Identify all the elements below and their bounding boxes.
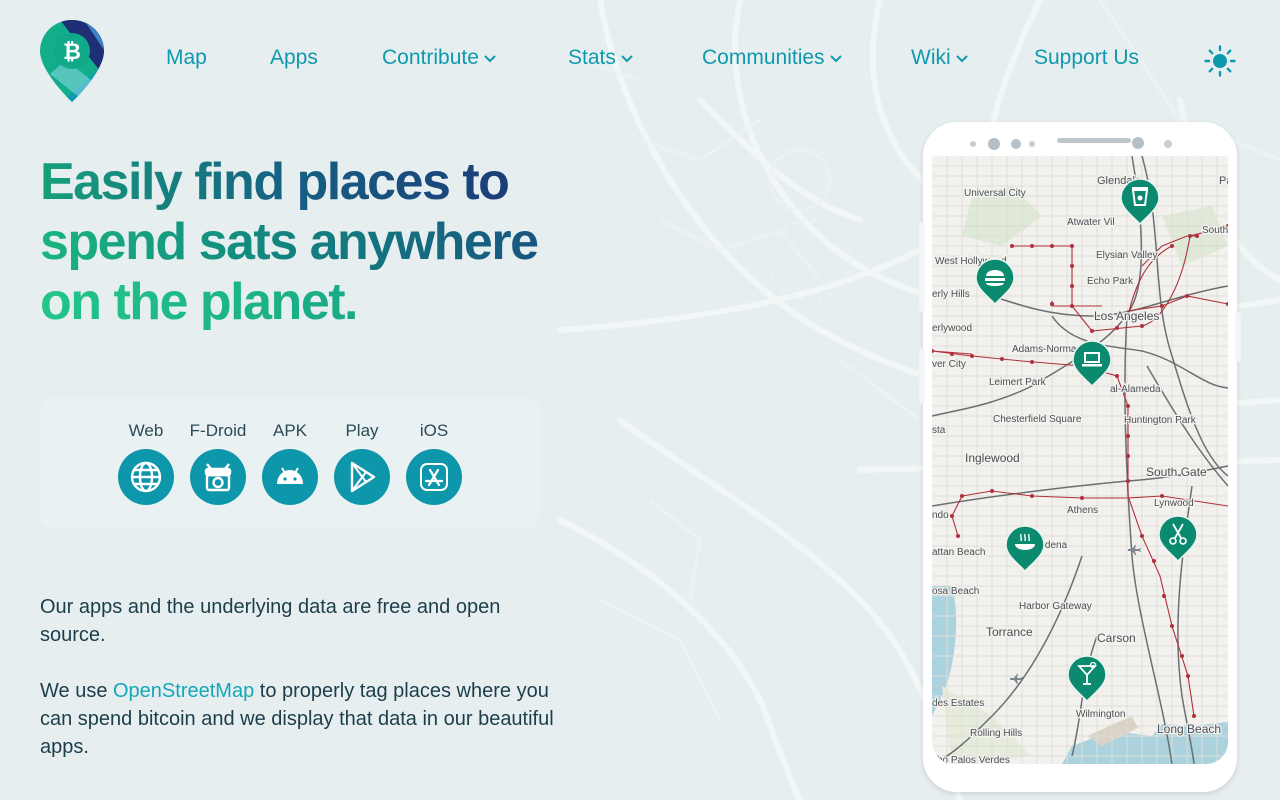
chevron-down-icon	[829, 55, 842, 63]
nav-stats-menu[interactable]: Stats	[568, 46, 634, 70]
nav-apps-link[interactable]: Apps	[270, 46, 318, 70]
place-inglewood: Inglewood	[965, 451, 1020, 465]
osm-text-before: We use	[40, 680, 113, 702]
nav-communities-label: Communities	[702, 46, 825, 69]
place-harbor-gateway: Harbor Gateway	[1019, 601, 1092, 612]
place-los-angeles: Los Angeles	[1094, 309, 1159, 323]
place-central-alameda: al-Alameda	[1110, 384, 1161, 395]
openstreetmap-link[interactable]: OpenStreetMap	[113, 680, 254, 702]
main-nav: Map Apps Contribute Stats Communities Wi…	[0, 0, 1280, 120]
app-web-button[interactable]: Web	[110, 421, 182, 505]
place-rancho-palos-verdes: cho Palos Verdes	[932, 755, 1010, 764]
place-pasadena: Pa	[1219, 175, 1228, 187]
place-long-beach: Long Beach	[1157, 722, 1221, 736]
app-fdroid-label: F-Droid	[189, 421, 247, 440]
place-echo-park: Echo Park	[1087, 276, 1134, 287]
nav-map-link[interactable]: Map	[166, 46, 207, 70]
nav-contribute-menu[interactable]: Contribute	[382, 46, 497, 70]
intro-paragraph: Our apps and the underlying data are fre…	[40, 596, 501, 646]
phone-side-button	[919, 222, 925, 312]
app-web-label: Web	[128, 421, 164, 440]
place-leimert-park: Leimert Park	[989, 377, 1047, 388]
place-chesterfield-square: Chesterfield Square	[993, 414, 1082, 425]
fdroid-icon	[190, 449, 246, 505]
phone-top-bar	[970, 137, 1172, 150]
chevron-down-icon	[621, 55, 633, 63]
place-south-gate: South Gate	[1146, 465, 1207, 479]
place-south: South	[1202, 225, 1228, 236]
place-beverlywood: erlywood	[932, 323, 972, 334]
phone-side-button	[919, 348, 925, 404]
nav-stats-label: Stats	[568, 46, 616, 69]
chevron-down-icon	[484, 55, 496, 63]
sun-icon[interactable]	[1204, 45, 1236, 77]
place-beverly-hills: erly Hills	[932, 289, 970, 300]
phone-map-screen[interactable]: Glendale Universal City Atwater Vil Elys…	[932, 156, 1228, 764]
app-store-icon	[406, 449, 462, 505]
nav-wiki-menu[interactable]: Wiki	[911, 46, 969, 70]
place-huntington-park: Huntington Park	[1124, 415, 1197, 426]
place-el-segundo: ndo	[932, 510, 949, 521]
chevron-down-icon	[955, 55, 968, 63]
place-lynwood: Lynwood	[1154, 498, 1194, 509]
place-culver-city: ver City	[932, 359, 966, 370]
osm-paragraph: We use OpenStreetMap to properly tag pla…	[40, 677, 560, 761]
app-ios-button[interactable]: iOS	[398, 421, 470, 505]
android-icon	[262, 449, 318, 505]
place-universal-city: Universal City	[964, 188, 1026, 199]
app-apk-button[interactable]: APK	[254, 421, 326, 505]
place-torrance: Torrance	[986, 625, 1033, 639]
place-elysian-valley: Elysian Valley	[1096, 250, 1158, 261]
globe-icon	[118, 449, 174, 505]
app-downloads-card: Web F-Droid APK Play iOS	[40, 397, 540, 529]
nav-support-link[interactable]: Support Us	[1034, 46, 1139, 70]
place-wilmington: Wilmington	[1076, 709, 1125, 720]
app-play-button[interactable]: Play	[326, 421, 398, 505]
place-atwater-village: Atwater Vil	[1067, 217, 1115, 228]
place-rolling-hills: Rolling Hills	[970, 728, 1022, 739]
phone-mockup: Glendale Universal City Atwater Vil Elys…	[919, 122, 1241, 792]
nav-map-label: Map	[166, 46, 207, 69]
hero-headline: Easily find places to spend sats anywher…	[40, 152, 600, 332]
place-palos-verdes-estates: des Estates	[932, 698, 984, 709]
app-apk-label: APK	[272, 421, 308, 440]
nav-support-label: Support Us	[1034, 46, 1140, 69]
place-athens: Athens	[1067, 505, 1098, 516]
hero-line-1: Easily find places to	[40, 152, 600, 212]
nav-communities-menu[interactable]: Communities	[702, 46, 843, 70]
nav-apps-label: Apps	[270, 46, 318, 69]
phone-side-button	[1235, 312, 1241, 362]
hero-line-2: spend sats anywhere	[40, 212, 600, 272]
play-store-icon	[334, 449, 390, 505]
app-play-label: Play	[345, 421, 379, 440]
place-redondo-beach: osa Beach	[932, 586, 979, 597]
place-carson: Carson	[1097, 631, 1136, 645]
nav-wiki-label: Wiki	[911, 46, 951, 69]
place-westchester: sta	[932, 425, 946, 436]
app-ios-label: iOS	[419, 421, 449, 440]
app-fdroid-button[interactable]: F-Droid	[182, 421, 254, 505]
nav-contribute-label: Contribute	[382, 46, 479, 69]
place-manhattan-beach: attan Beach	[932, 547, 985, 558]
hero-line-3: on the planet.	[40, 272, 600, 332]
